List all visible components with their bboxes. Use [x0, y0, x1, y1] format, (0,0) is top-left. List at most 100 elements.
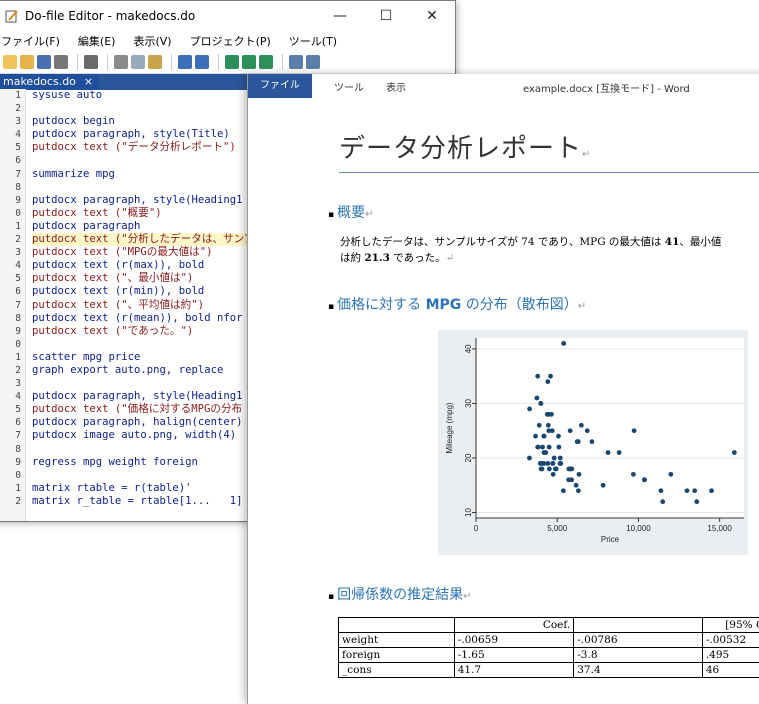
- save-icon[interactable]: [37, 55, 51, 69]
- y-tick-label: 10: [464, 508, 473, 517]
- table-cell: -3.8: [574, 648, 703, 663]
- data-point: [576, 488, 581, 493]
- title-underline: [339, 172, 759, 173]
- redo-icon[interactable]: [195, 55, 209, 69]
- data-point: [545, 461, 550, 466]
- data-point: [541, 434, 546, 439]
- data-point: [660, 499, 665, 504]
- regression-table: Coef. [95% C weight -.00659 -.00786 -.00…: [338, 617, 759, 678]
- minimize-button[interactable]: —: [317, 1, 363, 31]
- line-number: 9: [0, 194, 25, 207]
- menu-project[interactable]: プロジェクト(P): [190, 33, 271, 49]
- line-number: 6: [0, 416, 25, 429]
- data-point: [552, 456, 557, 461]
- toolbar-divider: [77, 54, 78, 70]
- data-point: [545, 379, 550, 384]
- data-point: [554, 467, 559, 472]
- menu-edit[interactable]: 編集(E): [78, 33, 116, 49]
- toolbar-divider: [171, 54, 172, 70]
- summary-paragraph: 分析したデータは、サンプルサイズが 74 であり、MPG の最大値は 41、最小…: [340, 234, 721, 267]
- line-number: 6: [0, 285, 25, 298]
- print-icon[interactable]: [54, 55, 68, 69]
- open-folder-icon[interactable]: [20, 55, 34, 69]
- dofile-editor-icon: [5, 9, 19, 23]
- dofile-titlebar[interactable]: Do-file Editor - makedocs.do — ☐ ✕: [0, 1, 455, 31]
- data-point: [550, 461, 555, 466]
- table-header-cell: Coef.: [454, 618, 574, 633]
- paragraph-mark: ↵: [446, 253, 454, 264]
- data-point: [642, 477, 647, 482]
- table-cell: 41.7: [454, 663, 574, 678]
- data-point: [543, 450, 548, 455]
- y-tick-label: 40: [464, 344, 473, 353]
- line-number: 5: [0, 403, 25, 416]
- table-header-cell: [574, 618, 703, 633]
- line-number: 7: [0, 168, 25, 181]
- x-tick-label: 0: [474, 524, 479, 533]
- data-point: [606, 450, 611, 455]
- ribbon-tab-tools[interactable]: ツール: [334, 79, 364, 94]
- paste-icon[interactable]: [148, 55, 162, 69]
- data-point: [575, 439, 580, 444]
- data-point: [617, 450, 622, 455]
- line-number: 7: [0, 429, 25, 442]
- x-axis-label: Price: [601, 535, 620, 544]
- data-point: [659, 488, 664, 493]
- menu-tools[interactable]: ツール(T): [289, 33, 337, 49]
- table-cell: 46: [702, 663, 759, 678]
- undo-icon[interactable]: [178, 55, 192, 69]
- line-number: 1: [0, 220, 25, 233]
- data-point: [574, 483, 579, 488]
- line-number: 3: [0, 377, 25, 390]
- tab-close-icon[interactable]: ×: [84, 74, 93, 90]
- data-point: [534, 396, 539, 401]
- heading-regression-text: 回帰係数の推定結果: [337, 587, 463, 603]
- menu-view[interactable]: 表示(V): [133, 33, 171, 49]
- heading-bullet: ▪: [328, 302, 334, 312]
- ribbon-tab-view[interactable]: 表示: [386, 79, 406, 94]
- data-point: [558, 456, 563, 461]
- data-point: [685, 488, 690, 493]
- table-cell: foreign: [339, 648, 455, 663]
- data-point: [540, 445, 545, 450]
- show-file-icon[interactable]: [289, 55, 303, 69]
- x-tick-label: 5,000: [547, 524, 568, 533]
- scatter-chart: 1020304005,00010,00015,000PriceMileage (…: [438, 330, 748, 555]
- maximize-button[interactable]: ☐: [363, 1, 409, 31]
- data-point: [631, 472, 636, 477]
- line-number: 3: [0, 246, 25, 259]
- line-number: 2: [0, 233, 25, 246]
- data-point: [550, 428, 555, 433]
- table-cell: -.00659: [454, 633, 574, 648]
- document-title-text: データ分析レポート: [339, 134, 582, 164]
- execute-do-icon[interactable]: [306, 55, 320, 69]
- data-point: [535, 374, 540, 379]
- indent-icon[interactable]: [225, 55, 239, 69]
- cut-icon[interactable]: [114, 55, 128, 69]
- toolbar-divider: [107, 54, 108, 70]
- menu-file[interactable]: ファイル(F): [1, 33, 60, 49]
- scatter-chart-svg: 1020304005,00010,00015,000PriceMileage (…: [438, 330, 748, 555]
- summary-text-2a: は約: [340, 252, 364, 264]
- data-point: [709, 488, 714, 493]
- outdent-icon[interactable]: [242, 55, 256, 69]
- new-file-icon[interactable]: [3, 55, 17, 69]
- line-number: 2: [0, 102, 25, 115]
- bookmark-icon[interactable]: [259, 55, 273, 69]
- data-point: [692, 488, 697, 493]
- close-window-button[interactable]: ✕: [409, 1, 455, 31]
- summary-text-1a: 分析したデータは、サンプルサイズが 74 であり、MPG の最大値は: [340, 236, 665, 248]
- table-cell: weight: [339, 633, 455, 648]
- tab-makedocs[interactable]: makedocs.do ×: [0, 74, 99, 90]
- copy-icon[interactable]: [131, 55, 145, 69]
- table-row: foreign -1.65 -3.8 .495: [339, 648, 759, 663]
- line-number: 7: [0, 299, 25, 312]
- ribbon-tab-file[interactable]: ファイル: [248, 74, 312, 98]
- line-number: 5: [0, 141, 25, 154]
- find-icon[interactable]: [84, 55, 98, 69]
- data-point: [732, 450, 737, 455]
- data-point: [632, 428, 637, 433]
- data-point: [538, 401, 543, 406]
- y-axis-label: Mileage (mpg): [445, 402, 454, 453]
- data-point: [556, 434, 561, 439]
